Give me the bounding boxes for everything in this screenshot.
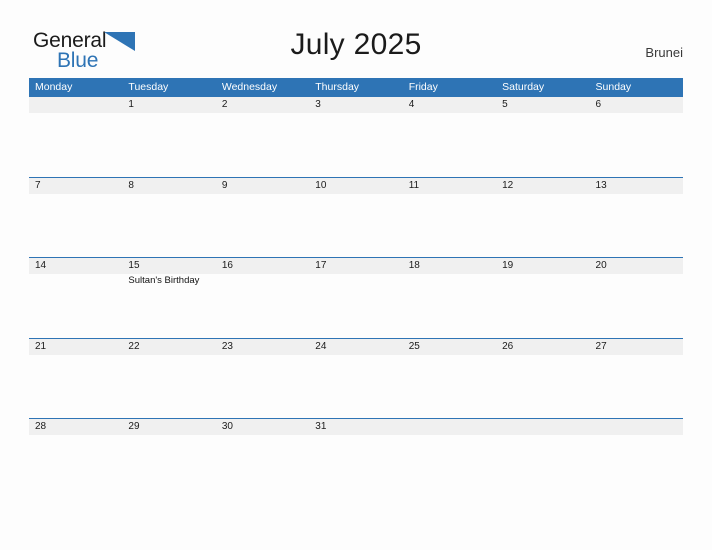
- week-daynumber-strip: 7 8 9 10 11 12 13: [29, 177, 683, 194]
- day-event: [216, 274, 309, 338]
- day-event: [309, 435, 402, 499]
- week-daynumber-strip: 1 2 3 4 5 6: [29, 97, 683, 113]
- day-event: [403, 113, 496, 177]
- day-event: [403, 274, 496, 338]
- day-event: [216, 194, 309, 258]
- week-event-strip: [29, 355, 683, 419]
- week-event-strip: Sultan's Birthday: [29, 274, 683, 338]
- day-number[interactable]: 22: [122, 339, 215, 355]
- day-event: [590, 274, 683, 338]
- day-number[interactable]: 1: [122, 97, 215, 113]
- day-event: [403, 355, 496, 419]
- day-event: [216, 435, 309, 499]
- week-daynumber-strip: 28 29 30 31: [29, 419, 683, 435]
- weekday-header-saturday: Saturday: [502, 81, 545, 93]
- day-number[interactable]: 7: [29, 178, 122, 194]
- day-number[interactable]: 13: [590, 178, 683, 194]
- day-number[interactable]: 30: [216, 419, 309, 435]
- day-number[interactable]: 2: [216, 97, 309, 113]
- day-number[interactable]: 19: [496, 258, 589, 274]
- day-number[interactable]: 20: [590, 258, 683, 274]
- page-title: July 2025: [290, 28, 422, 61]
- day-number[interactable]: [590, 419, 683, 435]
- weekday-header-wednesday: Wednesday: [221, 81, 278, 93]
- day-event: [122, 113, 215, 177]
- day-number[interactable]: 14: [29, 258, 122, 274]
- week-row: 14 15 16 17 18 19 20 Sultan's Birthday: [29, 257, 683, 338]
- day-event: [590, 194, 683, 258]
- day-number[interactable]: [29, 97, 122, 113]
- day-number[interactable]: 3: [309, 97, 402, 113]
- region-label: Brunei: [645, 45, 683, 60]
- day-event: [29, 274, 122, 338]
- day-number[interactable]: 9: [216, 178, 309, 194]
- weekday-header-thursday: Thursday: [315, 81, 360, 93]
- calendar-page: General Blue July 2025 Brunei Monday Tue…: [0, 0, 712, 550]
- week-row: 1 2 3 4 5 6: [29, 96, 683, 177]
- day-event: [403, 435, 496, 499]
- week-row: 21 22 23 24 25 26 27: [29, 337, 683, 419]
- day-event: [29, 355, 122, 419]
- day-number[interactable]: 31: [309, 419, 402, 435]
- page-header: General Blue July 2025 Brunei: [0, 0, 712, 78]
- day-event: [403, 194, 496, 258]
- week-row: 7 8 9 10 11 12 13: [29, 176, 683, 258]
- day-number[interactable]: 8: [122, 178, 215, 194]
- day-number[interactable]: 15: [122, 258, 215, 274]
- day-event: [309, 355, 402, 419]
- day-event: [29, 194, 122, 258]
- day-number[interactable]: 12: [496, 178, 589, 194]
- week-daynumber-strip: 14 15 16 17 18 19 20: [29, 258, 683, 274]
- day-event: [122, 435, 215, 499]
- weekday-header-friday: Friday: [408, 81, 438, 93]
- day-number[interactable]: [496, 419, 589, 435]
- weekday-header-tuesday: Tuesday: [128, 81, 169, 93]
- day-event: [216, 113, 309, 177]
- day-number[interactable]: 4: [403, 97, 496, 113]
- week-event-strip: [29, 194, 683, 258]
- weekday-header-sunday: Sunday: [595, 81, 632, 93]
- day-event: [309, 274, 402, 338]
- day-number[interactable]: 27: [590, 339, 683, 355]
- day-event: [29, 113, 122, 177]
- day-number[interactable]: [403, 419, 496, 435]
- day-number[interactable]: 23: [216, 339, 309, 355]
- day-event-holiday: Sultan's Birthday: [128, 275, 200, 286]
- week-event-strip: [29, 113, 683, 177]
- day-number[interactable]: 16: [216, 258, 309, 274]
- day-number[interactable]: 24: [309, 339, 402, 355]
- calendar-grid: Monday Tuesday Wednesday Thursday Friday…: [29, 78, 683, 499]
- day-event: [590, 435, 683, 499]
- day-number[interactable]: 26: [496, 339, 589, 355]
- weekday-header-monday: Monday: [35, 81, 73, 93]
- day-number[interactable]: 5: [496, 97, 589, 113]
- day-number[interactable]: 29: [122, 419, 215, 435]
- day-event: [590, 355, 683, 419]
- day-event: [496, 355, 589, 419]
- day-number[interactable]: 11: [403, 178, 496, 194]
- day-event: [496, 194, 589, 258]
- day-event: [309, 194, 402, 258]
- day-event: [122, 355, 215, 419]
- day-event: [496, 113, 589, 177]
- weekday-header-row: Monday Tuesday Wednesday Thursday Friday…: [29, 78, 683, 96]
- day-event: [122, 194, 215, 258]
- day-event: [309, 113, 402, 177]
- day-event: [216, 355, 309, 419]
- day-number[interactable]: 28: [29, 419, 122, 435]
- day-event: [496, 274, 589, 338]
- day-number[interactable]: 10: [309, 178, 402, 194]
- week-row: 28 29 30 31: [29, 418, 683, 499]
- day-event: [496, 435, 589, 499]
- week-event-strip: [29, 435, 683, 499]
- day-number[interactable]: 17: [309, 258, 402, 274]
- day-number[interactable]: 18: [403, 258, 496, 274]
- day-number[interactable]: 6: [590, 97, 683, 113]
- day-number[interactable]: 21: [29, 339, 122, 355]
- day-event: [29, 435, 122, 499]
- day-event: [590, 113, 683, 177]
- day-number[interactable]: 25: [403, 339, 496, 355]
- week-daynumber-strip: 21 22 23 24 25 26 27: [29, 338, 683, 355]
